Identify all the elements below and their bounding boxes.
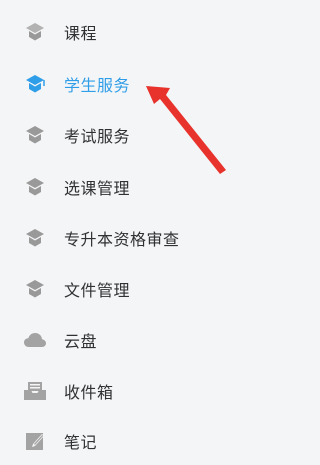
graduation-cap-icon <box>22 276 48 302</box>
sidebar-item-label: 选课管理 <box>64 181 131 198</box>
cloud-icon <box>22 327 48 353</box>
sidebar-item-label: 考试服务 <box>64 129 131 146</box>
graduation-cap-icon <box>22 122 48 148</box>
graduation-cap-icon <box>22 174 48 200</box>
sidebar-item-label: 课程 <box>64 26 98 43</box>
sidebar-item-exam-service[interactable]: 考试服务 <box>0 115 230 155</box>
sidebar-item-qualification-review[interactable]: 专升本资格审查 <box>0 218 230 258</box>
inbox-icon <box>22 378 48 404</box>
graduation-cap-icon <box>22 19 48 45</box>
sidebar-item-label: 云盘 <box>64 334 98 351</box>
sidebar-menu: 课程 学生服务 考试服务 选课管理 专升本资格审查 文件管理 云盘 收件箱 笔记 <box>0 0 280 465</box>
graduation-cap-icon <box>22 71 48 97</box>
sidebar-item-label: 收件箱 <box>64 385 114 402</box>
sidebar-item-cloud-disk[interactable]: 云盘 <box>0 320 230 360</box>
sidebar-item-label: 专升本资格审查 <box>64 232 180 249</box>
sidebar-item-file-management[interactable]: 文件管理 <box>0 269 230 309</box>
sidebar-item-student-service[interactable]: 学生服务 <box>0 64 230 104</box>
sidebar-item-course[interactable]: 课程 <box>0 12 230 52</box>
sidebar-item-label: 文件管理 <box>64 283 131 300</box>
sidebar-item-label: 学生服务 <box>64 78 131 95</box>
graduation-cap-icon <box>22 225 48 251</box>
sidebar-item-inbox[interactable]: 收件箱 <box>0 371 230 411</box>
notes-icon <box>22 428 48 454</box>
sidebar-item-course-selection[interactable]: 选课管理 <box>0 167 230 207</box>
sidebar-item-label: 笔记 <box>64 435 98 452</box>
sidebar-item-notes[interactable]: 笔记 <box>0 421 230 461</box>
